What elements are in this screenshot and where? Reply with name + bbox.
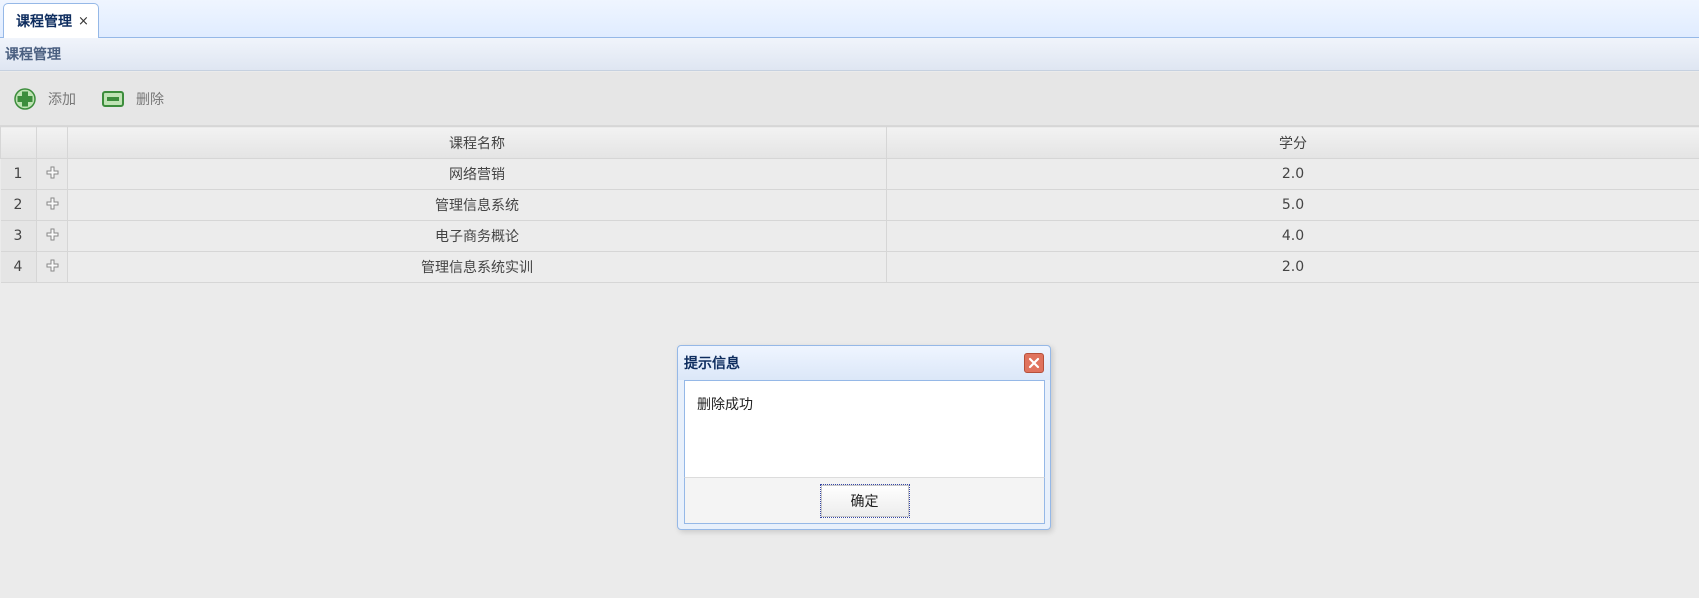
- header-course-name[interactable]: 课程名称: [67, 126, 887, 159]
- close-icon[interactable]: [1024, 353, 1044, 373]
- tab-bar: 课程管理 ×: [0, 0, 1699, 39]
- dialog-message: 删除成功: [697, 397, 753, 413]
- course-name-cell: 网络营销: [67, 158, 887, 190]
- message-dialog: 提示信息 删除成功 确定: [677, 345, 1051, 530]
- course-grid: 课程名称 学分 1 网络营销 2.0 2 管理信息系统 5.0 3 电子商务概论…: [0, 126, 1699, 283]
- credit-cell: 4.0: [886, 220, 1699, 252]
- table-row[interactable]: 3 电子商务概论 4.0: [0, 220, 1699, 252]
- header-credit[interactable]: 学分: [886, 126, 1699, 159]
- tab-close-icon[interactable]: ×: [78, 14, 89, 29]
- expand-icon[interactable]: [36, 220, 68, 252]
- dialog-footer: 确定: [684, 477, 1045, 524]
- credit-cell: 2.0: [886, 158, 1699, 190]
- delete-button-label: 删除: [136, 91, 164, 108]
- grid-header-row: 课程名称 学分: [0, 126, 1699, 159]
- toolbar: 添加 删除: [0, 72, 1699, 126]
- add-button[interactable]: 添加: [14, 87, 76, 110]
- course-name-cell: 管理信息系统: [67, 189, 887, 221]
- dialog-body: 删除成功: [684, 380, 1045, 477]
- add-icon: [14, 87, 36, 110]
- course-name-cell: 管理信息系统实训: [67, 251, 887, 283]
- header-expander: [36, 126, 68, 159]
- dialog-title: 提示信息: [684, 356, 740, 372]
- expand-icon[interactable]: [36, 158, 68, 190]
- row-number: 4: [0, 251, 37, 283]
- tab-title[interactable]: 课程管理: [16, 11, 72, 31]
- expand-icon[interactable]: [36, 189, 68, 221]
- panel-header: 课程管理: [0, 38, 1699, 71]
- credit-cell: 2.0: [886, 251, 1699, 283]
- expand-icon[interactable]: [36, 251, 68, 283]
- row-number: 2: [0, 189, 37, 221]
- dialog-header[interactable]: 提示信息: [678, 346, 1050, 380]
- add-button-label: 添加: [48, 91, 76, 108]
- course-name-cell: 电子商务概论: [67, 220, 887, 252]
- row-number: 1: [0, 158, 37, 190]
- tab-course-management[interactable]: 课程管理 ×: [3, 3, 99, 39]
- credit-cell: 5.0: [886, 189, 1699, 221]
- table-row[interactable]: 1 网络营销 2.0: [0, 158, 1699, 190]
- ok-button[interactable]: 确定: [819, 483, 910, 518]
- delete-button[interactable]: 删除: [102, 89, 164, 109]
- header-rownum: [0, 126, 37, 159]
- panel-title: 课程管理: [5, 47, 61, 63]
- table-row[interactable]: 4 管理信息系统实训 2.0: [0, 251, 1699, 283]
- table-row[interactable]: 2 管理信息系统 5.0: [0, 189, 1699, 221]
- row-number: 3: [0, 220, 37, 252]
- remove-icon: [102, 90, 124, 107]
